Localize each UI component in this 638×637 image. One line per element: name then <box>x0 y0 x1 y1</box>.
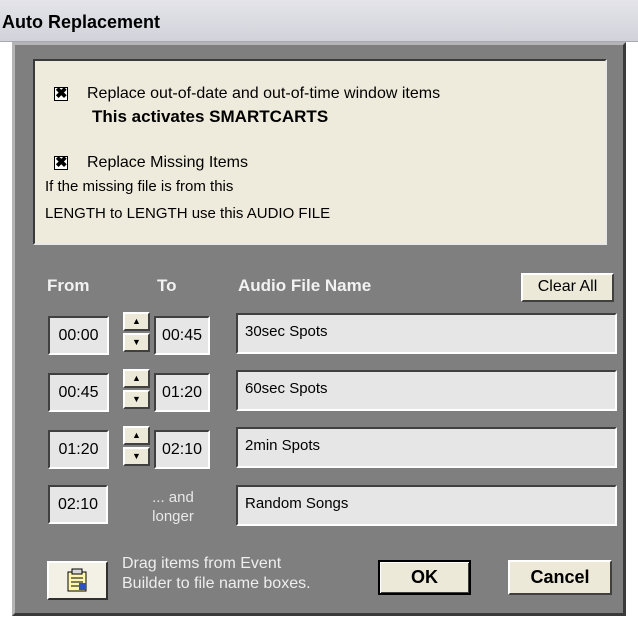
event-builder-button[interactable] <box>47 561 108 600</box>
audio-file-field-row1[interactable]: 30sec Spots <box>236 313 617 354</box>
info-panel: ✖ Replace out-of-date and out-of-time wi… <box>33 59 607 245</box>
spin-up-button[interactable]: ▲ <box>123 312 150 331</box>
drag-hint-line2: Builder to file name boxes. <box>122 575 311 592</box>
spin-up-button[interactable]: ▲ <box>123 369 150 388</box>
from-header: From <box>47 276 90 295</box>
audio-file-field-row3[interactable]: 2min Spots <box>236 427 617 468</box>
event-builder-icon <box>67 568 87 592</box>
spin-up-button[interactable]: ▲ <box>123 426 150 445</box>
drag-hint: Drag items from Event Builder to file na… <box>122 554 362 594</box>
to-field-row3[interactable]: 02:10 <box>154 430 210 469</box>
audio-file-field-row2[interactable]: 60sec Spots <box>236 370 617 411</box>
to-field-row2[interactable]: 01:20 <box>154 373 210 412</box>
window-title: Auto Replacement <box>2 12 161 32</box>
spin-down-button[interactable]: ▼ <box>123 333 150 352</box>
from-field-row3[interactable]: 01:20 <box>48 430 109 469</box>
to-header: To <box>157 276 177 295</box>
spinner-row1: ▲ ▼ <box>123 312 150 352</box>
from-field-row4[interactable]: 02:10 <box>48 485 108 524</box>
spinner-row2: ▲ ▼ <box>123 369 150 409</box>
clear-all-button[interactable]: Clear All <box>521 273 614 302</box>
and-longer-line2: longer <box>152 508 194 525</box>
drag-hint-line1: Drag items from Event <box>122 555 282 572</box>
from-field-row1[interactable]: 00:00 <box>48 316 109 355</box>
replace-outdated-label: Replace out-of-date and out-of-time wind… <box>87 85 441 102</box>
from-field-row2[interactable]: 00:45 <box>48 373 109 412</box>
and-longer-line1: ... and <box>152 489 194 506</box>
ok-button[interactable]: OK <box>378 560 471 595</box>
title-bar: Auto Replacement <box>0 0 638 42</box>
cancel-button[interactable]: Cancel <box>508 560 612 595</box>
spin-down-button[interactable]: ▼ <box>123 390 150 409</box>
spin-down-button[interactable]: ▼ <box>123 447 150 466</box>
replace-missing-label: Replace Missing Items <box>87 154 248 171</box>
to-field-row1[interactable]: 00:45 <box>154 316 210 355</box>
smartcarts-note: This activates SMARTCARTS <box>92 107 329 126</box>
replace-missing-checkbox[interactable]: ✖ <box>54 155 68 170</box>
missing-desc-line1: If the missing file is from this <box>45 178 234 195</box>
audio-file-header: Audio File Name <box>238 276 372 295</box>
auto-replacement-dialog: ✖ Replace out-of-date and out-of-time wi… <box>12 42 626 616</box>
missing-desc-line2: LENGTH to LENGTH use this AUDIO FILE <box>45 205 331 222</box>
and-longer-label: ... and longer <box>133 488 213 526</box>
replace-outdated-checkbox[interactable]: ✖ <box>54 86 68 101</box>
audio-file-field-row4[interactable]: Random Songs <box>236 485 617 526</box>
spinner-row3: ▲ ▼ <box>123 426 150 466</box>
